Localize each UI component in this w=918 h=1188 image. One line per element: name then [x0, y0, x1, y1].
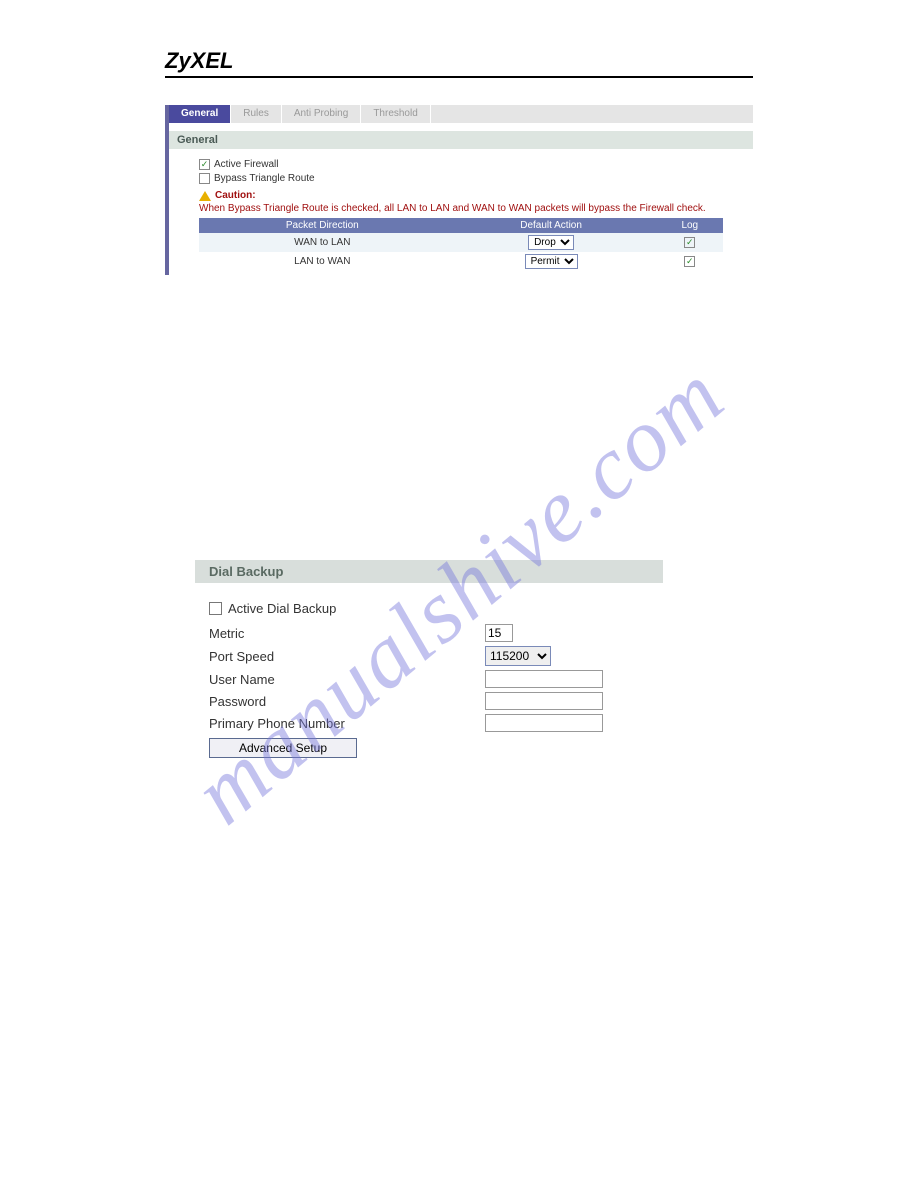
log-checkbox-lan-wan[interactable]: ✓ — [684, 256, 695, 267]
table-row: LAN to WAN Permit ✓ — [199, 252, 723, 271]
primary-phone-label: Primary Phone Number — [209, 716, 485, 731]
metric-input[interactable] — [485, 624, 513, 642]
user-name-label: User Name — [209, 672, 485, 687]
table-row: WAN to LAN Drop ✓ — [199, 233, 723, 252]
cell-direction: WAN to LAN — [199, 233, 446, 252]
col-default-action: Default Action — [446, 218, 657, 233]
password-label: Password — [209, 694, 485, 709]
tab-general[interactable]: General — [169, 105, 231, 123]
advanced-setup-button[interactable]: Advanced Setup — [209, 738, 357, 758]
brand-logo: ZyXEL — [165, 48, 753, 74]
caution-label: Caution: — [215, 190, 256, 201]
firewall-body: ✓ Active Firewall Bypass Triangle Route … — [169, 149, 753, 275]
metric-label: Metric — [209, 626, 485, 641]
caution-text: When Bypass Triangle Route is checked, a… — [199, 203, 723, 214]
dial-body: Active Dial Backup Metric Port Speed 115… — [195, 583, 663, 766]
action-select-lan-wan[interactable]: Permit — [525, 254, 578, 269]
firewall-rules-table: Packet Direction Default Action Log WAN … — [199, 218, 723, 271]
tab-rules[interactable]: Rules — [231, 105, 282, 123]
bypass-triangle-checkbox[interactable] — [199, 173, 210, 184]
tab-threshold[interactable]: Threshold — [361, 105, 430, 123]
port-speed-select[interactable]: 115200 — [485, 646, 551, 666]
active-firewall-checkbox[interactable]: ✓ — [199, 159, 210, 170]
col-log: Log — [657, 218, 723, 233]
active-dial-backup-label: Active Dial Backup — [228, 601, 336, 616]
active-firewall-label: Active Firewall — [214, 159, 278, 170]
user-name-input[interactable] — [485, 670, 603, 688]
header-divider — [165, 76, 753, 78]
caution-icon — [199, 191, 211, 201]
port-speed-label: Port Speed — [209, 649, 485, 664]
primary-phone-input[interactable] — [485, 714, 603, 732]
firewall-tabs: General Rules Anti Probing Threshold — [169, 105, 753, 123]
tab-anti-probing[interactable]: Anti Probing — [282, 105, 361, 123]
col-packet-direction: Packet Direction — [199, 218, 446, 233]
action-select-wan-lan[interactable]: Drop — [528, 235, 574, 250]
page-header: ZyXEL — [165, 48, 753, 78]
firewall-section-title: General — [169, 131, 753, 149]
active-dial-backup-checkbox[interactable] — [209, 602, 222, 615]
bypass-triangle-label: Bypass Triangle Route — [214, 173, 315, 184]
dial-backup-panel: Dial Backup Active Dial Backup Metric Po… — [195, 560, 663, 766]
dial-section-title: Dial Backup — [195, 560, 663, 583]
password-input[interactable] — [485, 692, 603, 710]
cell-direction: LAN to WAN — [199, 252, 446, 271]
log-checkbox-wan-lan[interactable]: ✓ — [684, 237, 695, 248]
firewall-panel: General Rules Anti Probing Threshold Gen… — [165, 105, 753, 275]
